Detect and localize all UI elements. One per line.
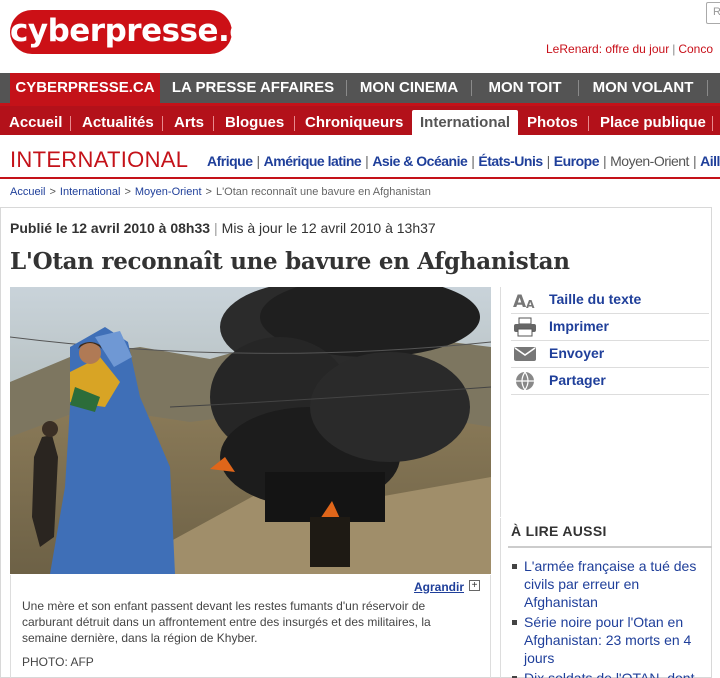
- breadcrumb-moyen-orient[interactable]: Moyen-Orient: [135, 186, 202, 198]
- nav-mon-toit[interactable]: MON TOIT: [472, 73, 578, 103]
- nav-blogues[interactable]: Blogues: [225, 110, 284, 135]
- nav-divider: [70, 116, 71, 131]
- related-link[interactable]: L'armée française a tué des civils par e…: [524, 557, 709, 611]
- tool-label: Partager: [549, 372, 606, 388]
- nav-mon-volant[interactable]: MON VOLANT: [579, 73, 707, 103]
- updated-date: Mis à jour le 12 avril 2010 à 13h37: [221, 220, 436, 236]
- globe-icon: [516, 371, 534, 391]
- separator: |: [365, 153, 369, 169]
- nav-divider: [712, 116, 713, 131]
- svg-text:A: A: [513, 292, 527, 310]
- nav-accueil[interactable]: Accueil: [9, 110, 62, 135]
- nav-cyberpresse[interactable]: CYBERPRESSE.CA: [10, 73, 160, 103]
- tool-label: Taille du texte: [549, 291, 642, 307]
- tool-text-size[interactable]: A A Taille du texte: [511, 287, 709, 314]
- article-dateline: Publié le 12 avril 2010 à 08h33 | Mis à jo…: [10, 220, 436, 236]
- bullet-icon: [512, 564, 517, 569]
- nav-place-publique[interactable]: Place publique: [600, 110, 706, 135]
- nav-international[interactable]: International: [412, 110, 519, 135]
- nav-divider: [213, 116, 214, 131]
- separator: |: [471, 153, 475, 169]
- primary-nav: CYBERPRESSE.CA LA PRESSE AFFAIRES MON CI…: [0, 73, 720, 103]
- secondary-nav: Accueil Actualités Arts Blogues Chroniqu…: [0, 103, 720, 135]
- search-input[interactable]: R: [706, 2, 720, 24]
- lerenard-link[interactable]: LeRenard: offre du jour: [546, 42, 669, 56]
- nav-photos[interactable]: Photos: [527, 110, 578, 135]
- tool-label: Envoyer: [549, 345, 605, 361]
- separator: |: [603, 153, 607, 169]
- text-size-icon: A A: [513, 292, 535, 310]
- nav-actualites[interactable]: Actualités: [82, 110, 154, 135]
- separator: |: [692, 153, 697, 169]
- sub-link-ailleurs[interactable]: Aille: [700, 153, 720, 169]
- article-headline: L'Otan reconnaît une bavure en Afghanist…: [10, 248, 570, 275]
- sub-link-amerique-latine[interactable]: Amérique latine: [264, 153, 362, 169]
- nav-arts[interactable]: Arts: [174, 110, 204, 135]
- svg-text:A: A: [526, 298, 535, 310]
- sub-link-moyen-orient[interactable]: Moyen-Orient: [610, 153, 689, 169]
- bullet-icon: [512, 620, 517, 625]
- concours-link[interactable]: Conco: [678, 42, 713, 56]
- related-title: À LIRE AUSSI: [511, 523, 607, 539]
- breadcrumb-international[interactable]: International: [60, 186, 121, 198]
- tool-share[interactable]: Partager: [511, 368, 709, 395]
- nav-chroniqueurs[interactable]: Chroniqueurs: [305, 110, 403, 135]
- nav-la-presse-affaires[interactable]: LA PRESSE AFFAIRES: [160, 73, 346, 103]
- sub-link-afrique[interactable]: Afrique: [207, 153, 253, 169]
- breadcrumb: Accueil > International > Moyen-Orient > L'Ota…: [10, 186, 431, 198]
- breadcrumb-accueil[interactable]: Accueil: [10, 186, 45, 198]
- plus-icon[interactable]: +: [469, 580, 480, 591]
- sub-link-etats-unis[interactable]: États-Unis: [478, 153, 543, 169]
- nav-mon-cinema[interactable]: MON CINEMA: [347, 73, 471, 103]
- section-title: INTERNATIONAL: [10, 147, 189, 172]
- printer-icon: [514, 317, 536, 337]
- breadcrumb-separator: >: [124, 186, 131, 198]
- divider: [508, 546, 712, 548]
- related-link[interactable]: Série noire pour l'Otan en Afghanistan: …: [524, 613, 709, 667]
- tool-label: Imprimer: [549, 318, 609, 334]
- section-sub-nav: Afrique | Amérique latine | Asie & Océanie | É…: [207, 153, 720, 169]
- related-link[interactable]: Dix soldats de l'OTAN, dont: [524, 669, 709, 678]
- envelope-icon: [514, 347, 536, 361]
- enlarge-photo-link[interactable]: Agrandir: [414, 580, 464, 594]
- cyberpresse-logo[interactable]: cyberpresse.ca: [10, 10, 268, 54]
- separator: |: [672, 42, 676, 56]
- photo-caption: Une mère et son enfant passent devant le…: [22, 599, 431, 645]
- separator: |: [214, 220, 218, 236]
- top-links: LeRenard: offre du jour | Conco: [546, 42, 713, 56]
- published-date: Publié le 12 avril 2010 à 08h33: [10, 220, 211, 236]
- article-photo[interactable]: [10, 287, 491, 574]
- photo-credit: PHOTO: AFP: [22, 655, 94, 669]
- separator: |: [546, 153, 551, 169]
- breadcrumb-separator: >: [205, 186, 212, 198]
- section-bar: INTERNATIONAL Afrique | Amérique latine | As…: [0, 137, 720, 179]
- breadcrumb-current: L'Otan reconnaît une bavure en Afghanist…: [215, 186, 431, 198]
- nav-divider: [588, 116, 589, 131]
- tool-send[interactable]: Envoyer: [511, 341, 709, 368]
- nav-divider: [162, 116, 163, 131]
- separator: |: [256, 153, 261, 169]
- sub-link-asie-oceanie[interactable]: Asie & Océanie: [372, 153, 467, 169]
- nav-divider: [707, 80, 708, 96]
- article-tools: A A Taille du texte Imprimer Envoyer Par…: [500, 287, 712, 517]
- breadcrumb-separator: >: [49, 186, 56, 198]
- sub-link-europe[interactable]: Europe: [554, 153, 600, 169]
- nav-divider: [294, 116, 295, 131]
- tool-print[interactable]: Imprimer: [511, 314, 709, 341]
